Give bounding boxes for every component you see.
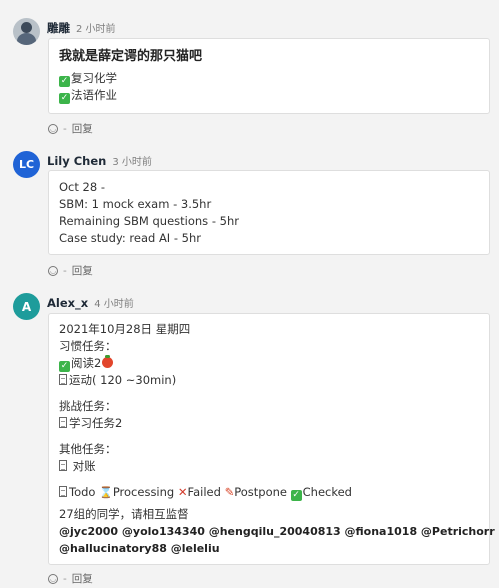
check-mark-icon: ✓ [59, 76, 70, 87]
hourglass-icon: ⌛ [99, 486, 113, 499]
user-avatar[interactable] [13, 18, 40, 45]
separator: - [63, 122, 67, 135]
smile-icon[interactable]: ◡ [48, 265, 58, 276]
separator: - [63, 264, 67, 277]
task-item: ✓ 阅读2 [59, 355, 479, 372]
text-line: Case study: read AI - 5hr [59, 231, 201, 245]
reply-button[interactable]: 回复 [72, 263, 93, 278]
check-mark-icon: ✓ [290, 490, 302, 501]
comment-body: 我就是薛定谔的那只猫吧 ✓ 复习化学 ✓ 法语作业 [48, 38, 490, 114]
cross-icon: ✕ [177, 485, 188, 499]
group-text: 27组的同学，请相互监督 [59, 507, 189, 521]
timestamp: 2 小时前 [76, 24, 116, 35]
task-item: 学习任务2 [59, 415, 479, 432]
timestamp: 4 小时前 [94, 299, 134, 310]
comment-body: 2021年10月28日 星期四 习惯任务： ✓ 阅读2 运动( 120 ~30mi… [48, 313, 495, 565]
comment-header: 雕雕 2 小时前 [47, 20, 116, 36]
section-title: 习惯任务： [59, 339, 117, 353]
smile-icon[interactable]: ◡ [48, 123, 58, 134]
pin-icon: ✎ [224, 485, 235, 499]
check-mark-icon: ✓ [59, 361, 70, 372]
status-legend: Todo ⌛Processing ✕Failed ✎Postpone ✓ Chec… [59, 484, 479, 501]
user-avatar[interactable]: A [13, 293, 40, 320]
author-name[interactable]: Alex_x [47, 296, 88, 310]
section-title: 挑战任务： [59, 399, 117, 413]
task-item: ✓ 复习化学 [59, 71, 117, 87]
comment-body: Oct 28 - SBM: 1 mock exam - 3.5hr Remain… [48, 170, 490, 255]
task-item: 对账 [59, 458, 479, 475]
text-line: Oct 28 - [59, 180, 105, 194]
task-item: 运动( 120 ~30min) [59, 372, 479, 389]
date-line: 2021年10月28日 星期四 [59, 322, 191, 336]
page-icon [59, 486, 67, 497]
comment-actions: ◡ - 回复 [48, 571, 93, 586]
task-item: ✓ 法语作业 [59, 88, 117, 104]
comment-actions: ◡ - 回复 [48, 263, 93, 278]
page-icon [59, 417, 67, 428]
reply-button[interactable]: 回复 [72, 121, 93, 136]
check-mark-icon: ✓ [59, 93, 70, 104]
comment-header: Alex_x 4 小时前 [47, 295, 134, 310]
author-name[interactable]: 雕雕 [47, 20, 70, 36]
text-line: SBM: 1 mock exam - 3.5hr [59, 197, 212, 211]
author-name[interactable]: Lily Chen [47, 154, 106, 168]
user-avatar[interactable]: LC [13, 151, 40, 178]
page-icon [59, 460, 67, 471]
tomato-icon [102, 355, 114, 368]
comment-actions: ◡ - 回复 [48, 121, 93, 136]
mention-list[interactable]: @hallucinatory88 @leleliu [59, 540, 479, 557]
smile-icon[interactable]: ◡ [48, 573, 58, 584]
timestamp: 3 小时前 [112, 157, 152, 168]
comment-title: 我就是薛定谔的那只猫吧 [59, 49, 203, 64]
page-icon [59, 374, 67, 385]
section-title: 其他任务： [59, 442, 117, 456]
text-line: Remaining SBM questions - 5hr [59, 214, 239, 228]
reply-button[interactable]: 回复 [72, 571, 93, 586]
mention-list[interactable]: @jyc2000 @yolo134340 @hengqilu_20040813 … [59, 523, 495, 540]
comment-header: Lily Chen 3 小时前 [47, 153, 152, 168]
separator: - [63, 572, 67, 585]
